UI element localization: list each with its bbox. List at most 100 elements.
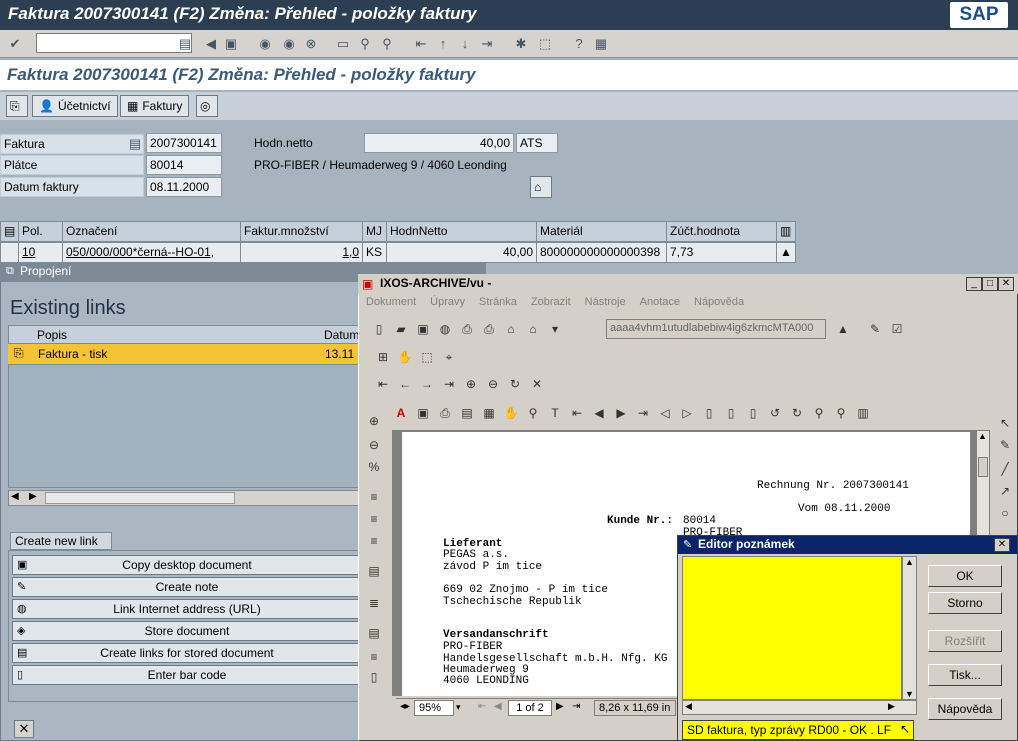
list-item[interactable]: ⎘ Faktura - tisk 13.11 xyxy=(8,344,368,364)
annotation-icon[interactable]: ✎ xyxy=(866,320,884,338)
marquee-icon[interactable]: ⬚ xyxy=(418,348,436,366)
cell-oznaceni[interactable]: 050/000/000*černá--HO-01, xyxy=(63,243,241,262)
fit-page-icon[interactable]: ▯ xyxy=(722,404,740,422)
col-material[interactable]: Materiál xyxy=(537,222,667,241)
thumbnails-icon[interactable]: ▦ xyxy=(480,404,498,422)
next-page-icon[interactable]: ↓ xyxy=(456,35,474,53)
first-page-icon[interactable]: ⇤ xyxy=(478,701,486,712)
maximize-button[interactable]: □ xyxy=(982,277,998,291)
enter-check-icon[interactable]: ✔ xyxy=(6,35,24,53)
save-icon[interactable]: ▣ xyxy=(414,320,432,338)
note-type-select[interactable]: SD faktura, typ zprávy RD00 - OK . LF xyxy=(682,720,914,740)
find-next-icon[interactable]: ⚲ xyxy=(378,35,396,53)
list-icon[interactable]: ≣ xyxy=(365,594,383,612)
table-row[interactable]: 10 050/000/000*černá--HO-01, 1,0 KS 40,0… xyxy=(0,242,796,263)
text-tool-icon[interactable]: ≡ xyxy=(365,488,383,506)
last-page-icon[interactable]: ⇥ xyxy=(572,701,580,712)
command-field[interactable] xyxy=(36,33,192,53)
zoom-tool-icon[interactable]: ⚲ xyxy=(524,404,542,422)
note-vscrollbar[interactable]: ▲ ▼ xyxy=(902,556,917,700)
help-button[interactable]: Nápověda xyxy=(928,698,1002,720)
minimize-button[interactable]: _ xyxy=(966,277,982,291)
globe-icon[interactable]: ◍ xyxy=(436,320,454,338)
checkbox-icon[interactable]: ☑ xyxy=(888,320,906,338)
close-button[interactable]: ✕ xyxy=(998,277,1014,291)
scroll-thumb[interactable] xyxy=(45,492,235,504)
blank-page-icon[interactable]: ▯ xyxy=(365,668,383,686)
close-doc-icon[interactable]: ✕ xyxy=(528,375,546,393)
col-mnozstvi[interactable]: Faktur.množství xyxy=(241,222,363,241)
line-tool-icon[interactable]: ╱ xyxy=(996,460,1014,478)
note-hscrollbar[interactable]: ◀ ▶ xyxy=(682,700,917,715)
save-icon[interactable]: ▣ xyxy=(222,35,240,53)
fit-width-icon[interactable]: ▯ xyxy=(744,404,762,422)
bookmarks-icon[interactable]: ▤ xyxy=(458,404,476,422)
scroll-left-icon[interactable]: ◀ xyxy=(685,701,692,712)
last-page-icon[interactable]: ⇥ xyxy=(440,375,458,393)
store-document-button[interactable]: ◈ Store document xyxy=(12,621,362,641)
back-icon[interactable]: ◉ xyxy=(256,35,274,53)
scroll-left-icon[interactable]: ◀ xyxy=(11,491,19,502)
col-popis[interactable]: Popis xyxy=(37,328,67,342)
prev-page-icon[interactable]: ◀ xyxy=(494,701,502,712)
back-arrow-icon[interactable]: ◀ xyxy=(202,35,220,53)
search-icon[interactable]: ⚲ xyxy=(832,404,850,422)
ellipse-tool-icon[interactable]: ○ xyxy=(996,504,1014,522)
go-back-icon[interactable]: ◁ xyxy=(656,404,674,422)
create-links-stored-button[interactable]: ▤ Create links for stored document xyxy=(12,643,362,663)
arrow-tool-icon[interactable]: ↖ xyxy=(996,414,1014,432)
rotate-icon[interactable]: ↻ xyxy=(506,375,524,393)
open-folder-icon[interactable]: ▰ xyxy=(392,320,410,338)
find-icon[interactable]: ⚲ xyxy=(810,404,828,422)
scroll-up-icon[interactable]: ▲ xyxy=(905,557,914,567)
menu-anotace[interactable]: Anotace xyxy=(640,296,680,308)
columns-icon[interactable]: ▥ xyxy=(854,404,872,422)
print-button[interactable]: Tisk... xyxy=(928,664,1002,686)
text-align-icon[interactable]: ≡ xyxy=(365,648,383,666)
percent-icon[interactable]: % xyxy=(365,458,383,476)
expand-button[interactable]: Rozšířit xyxy=(928,630,1002,652)
accounting-button[interactable]: 👤 Účetnictví xyxy=(32,95,118,117)
command-history-icon[interactable]: ▤ xyxy=(176,35,194,53)
menu-napoveda[interactable]: Nápověda xyxy=(694,296,744,308)
zoom-in-icon[interactable]: ⊕ xyxy=(462,375,480,393)
address-details-button[interactable]: ⌂ xyxy=(530,176,552,198)
layout-menu-icon[interactable]: ▦ xyxy=(592,35,610,53)
platce-field[interactable]: 80014 xyxy=(146,155,222,175)
find-icon[interactable]: ⚲ xyxy=(356,35,374,53)
dropdown-icon[interactable]: ▾ xyxy=(546,320,564,338)
grid-select-all-icon[interactable]: ▤ xyxy=(1,222,19,241)
scroll-right-icon[interactable]: ▶ xyxy=(888,701,895,712)
zoom-out-icon[interactable]: ⊖ xyxy=(365,436,383,454)
print-icon[interactable]: ▭ xyxy=(334,35,352,53)
pen-tool-icon[interactable]: ✎ xyxy=(996,436,1014,454)
first-page-icon[interactable]: ⇤ xyxy=(412,35,430,53)
menu-dokument[interactable]: Dokument xyxy=(366,296,416,308)
zoom-level[interactable]: 95% xyxy=(414,700,454,716)
menu-zobrazit[interactable]: Zobrazit xyxy=(531,296,571,308)
page-icon[interactable]: ▤ xyxy=(365,562,383,580)
go-forward-icon[interactable]: ▷ xyxy=(678,404,696,422)
help-icon[interactable]: ? xyxy=(570,35,588,53)
invoices-button[interactable]: ▦ Faktury xyxy=(120,95,190,117)
zoom-out-icon[interactable]: ⊖ xyxy=(484,375,502,393)
cell-mj[interactable]: KS xyxy=(363,243,387,262)
rotate-right-icon[interactable]: ↻ xyxy=(788,404,806,422)
shortcut-icon[interactable]: ⬚ xyxy=(536,35,554,53)
last-page-icon[interactable]: ⇥ xyxy=(478,35,496,53)
create-note-button[interactable]: ✎ Create note xyxy=(12,577,362,597)
dialog-close-button[interactable]: ✕ xyxy=(994,538,1010,552)
first-page-icon[interactable]: ⇤ xyxy=(374,375,392,393)
last-page-icon[interactable]: ⇥ xyxy=(634,404,652,422)
zoom-in-icon[interactable]: ⊕ xyxy=(365,412,383,430)
services-button[interactable]: ◎ xyxy=(196,95,218,117)
grid-settings-icon[interactable]: ▥ xyxy=(777,222,795,241)
col-oznaceni[interactable]: Označení xyxy=(63,222,241,241)
cell-mnozstvi[interactable]: 1,0 xyxy=(241,243,363,262)
display-document-button[interactable]: ⎘ xyxy=(6,95,28,117)
save-icon[interactable]: ▣ xyxy=(414,404,432,422)
copy-desktop-button[interactable]: ▣ Copy desktop document xyxy=(12,555,362,575)
hand-tool-icon[interactable]: ✋ xyxy=(502,404,520,422)
note-text-area[interactable] xyxy=(682,556,902,700)
scroll-down-icon[interactable]: ▼ xyxy=(905,689,914,699)
